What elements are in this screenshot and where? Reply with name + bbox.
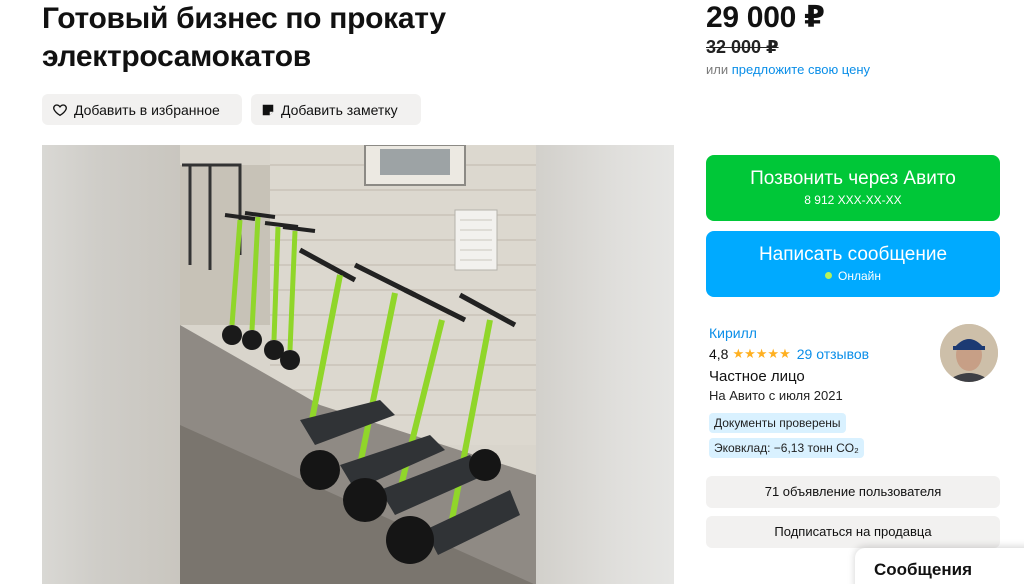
subscribe-seller-button[interactable]: Подписаться на продавца (706, 516, 1000, 548)
write-message-label: Написать сообщение (758, 244, 948, 265)
call-button-label: Позвонить через Авито (750, 168, 956, 189)
seller-type: Частное лицо (709, 368, 805, 385)
phone-number: 8 912 XXX-XX-XX (804, 193, 902, 207)
badge-eco-contribution: Эковклад: −6,13 тонн CO₂ (709, 438, 864, 458)
seller-since: На Авито с июля 2021 (709, 388, 843, 403)
seller-name-link[interactable]: Кирилл (709, 325, 757, 341)
gallery-blur-left (42, 145, 180, 584)
star-icon: ★★★★★ (732, 346, 791, 361)
add-favorite-button[interactable]: Добавить в избранное (42, 94, 242, 125)
reviews-link[interactable]: 29 отзывов (797, 346, 869, 362)
messages-tab[interactable]: Сообщения (855, 548, 1024, 584)
add-favorite-label: Добавить в избранное (74, 101, 220, 118)
user-ads-button[interactable]: 71 объявление пользователя (706, 476, 1000, 508)
online-status: Онлайн (706, 268, 1000, 284)
price-current: 29 000 ₽ (706, 1, 825, 34)
badge-documents-verified: Документы проверены (709, 413, 846, 433)
call-button[interactable]: Позвонить через Авито 8 912 XXX-XX-XX (706, 155, 1000, 221)
seller-rating: 4,8 ★★★★★ 29 отзывов (709, 346, 869, 362)
note-icon (262, 104, 274, 115)
online-status-text: Онлайн (838, 269, 881, 283)
add-note-button[interactable]: Добавить заметку (251, 94, 421, 125)
heart-icon (53, 103, 67, 116)
price-old: 32 000 ₽ (706, 37, 779, 57)
photo-gallery[interactable] (42, 145, 674, 584)
listing-title: Готовый бизнес по прокату электросамокат… (42, 2, 446, 73)
online-dot-icon (825, 272, 833, 279)
scooters-photo[interactable] (180, 145, 536, 584)
write-message-button[interactable]: Написать сообщение Онлайн (706, 231, 1000, 297)
offer-price-link[interactable]: предложите свою цену (732, 62, 870, 77)
offer-prefix: или (706, 62, 729, 77)
gallery-blur-right (536, 145, 674, 584)
avatar[interactable] (940, 324, 998, 382)
add-note-label: Добавить заметку (281, 101, 398, 118)
offer-price: или предложите свою цену (706, 62, 870, 77)
rating-value: 4,8 (709, 346, 729, 362)
